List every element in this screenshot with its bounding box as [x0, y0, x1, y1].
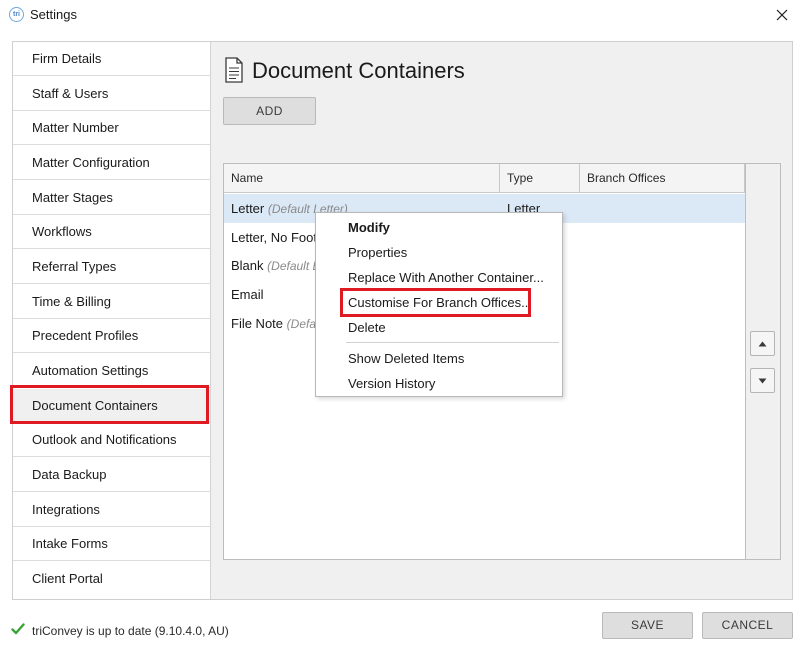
checkmark-icon [11, 623, 25, 635]
sidebar-item-intake-forms[interactable]: Intake Forms [13, 527, 210, 561]
cancel-button[interactable]: CANCEL [702, 612, 793, 639]
add-button[interactable]: ADD [223, 97, 316, 125]
sidebar-item-matter-number[interactable]: Matter Number [13, 111, 210, 145]
sidebar-item-firm-details[interactable]: Firm Details [13, 42, 210, 76]
column-header-type[interactable]: Type [500, 164, 580, 193]
document-icon [225, 57, 243, 83]
sidebar-item-matter-stages[interactable]: Matter Stages [13, 181, 210, 215]
page-title: Document Containers [252, 58, 465, 83]
app-logo-icon: tri [9, 7, 24, 22]
move-up-button[interactable] [750, 331, 775, 356]
row-name: Letter [231, 201, 265, 216]
row-name: Blank [231, 258, 264, 273]
sidebar-item-client-portal[interactable]: Client Portal [13, 562, 210, 596]
sidebar-item-automation-settings[interactable]: Automation Settings [13, 354, 210, 388]
triangle-up-icon [758, 341, 767, 346]
sidebar-item-workflows[interactable]: Workflows [13, 215, 210, 249]
sidebar-item-data-backup[interactable]: Data Backup [13, 458, 210, 492]
cell-branch-offices [580, 194, 745, 223]
sidebar-item-staff-users[interactable]: Staff & Users [13, 77, 210, 111]
menu-item-properties[interactable]: Properties [316, 240, 562, 265]
sidebar: Firm Details Staff & Users Matter Number… [13, 42, 211, 599]
menu-item-show-deleted[interactable]: Show Deleted Items [316, 346, 562, 371]
row-note: (Default B [267, 259, 321, 273]
menu-item-customise-branch[interactable]: Customise For Branch Offices... [316, 290, 562, 315]
row-name: Letter, No Foot [231, 230, 317, 245]
table-header: Name Type Branch Offices [224, 164, 745, 193]
title-bar: tri Settings [0, 0, 802, 30]
triangle-down-icon [758, 378, 767, 383]
sidebar-item-precedent-profiles[interactable]: Precedent Profiles [13, 319, 210, 353]
close-icon [776, 9, 788, 21]
context-menu: Modify Properties Replace With Another C… [315, 212, 563, 397]
save-button[interactable]: SAVE [602, 612, 693, 639]
row-name: Email [231, 287, 264, 302]
reorder-panel [746, 163, 781, 560]
sidebar-item-referral-types[interactable]: Referral Types [13, 250, 210, 284]
window-title: Settings [30, 7, 77, 22]
column-header-name[interactable]: Name [224, 164, 500, 193]
sidebar-item-outlook-notifications[interactable]: Outlook and Notifications [13, 423, 210, 457]
sidebar-item-integrations[interactable]: Integrations [13, 493, 210, 527]
menu-item-version-history[interactable]: Version History [316, 371, 562, 396]
update-status: triConvey is up to date (9.10.4.0, AU) [32, 624, 229, 638]
row-note: (Defa [286, 317, 316, 331]
sidebar-item-matter-configuration[interactable]: Matter Configuration [13, 146, 210, 180]
menu-item-replace[interactable]: Replace With Another Container... [316, 265, 562, 290]
menu-separator [346, 342, 559, 343]
menu-item-delete[interactable]: Delete [316, 315, 562, 340]
row-name: File Note [231, 316, 284, 331]
sidebar-item-document-containers[interactable]: Document Containers [13, 389, 210, 423]
sidebar-item-time-billing[interactable]: Time & Billing [13, 285, 210, 319]
close-button[interactable] [762, 0, 802, 30]
menu-item-modify[interactable]: Modify [316, 215, 562, 240]
move-down-button[interactable] [750, 368, 775, 393]
column-header-branch-offices[interactable]: Branch Offices [580, 164, 745, 193]
